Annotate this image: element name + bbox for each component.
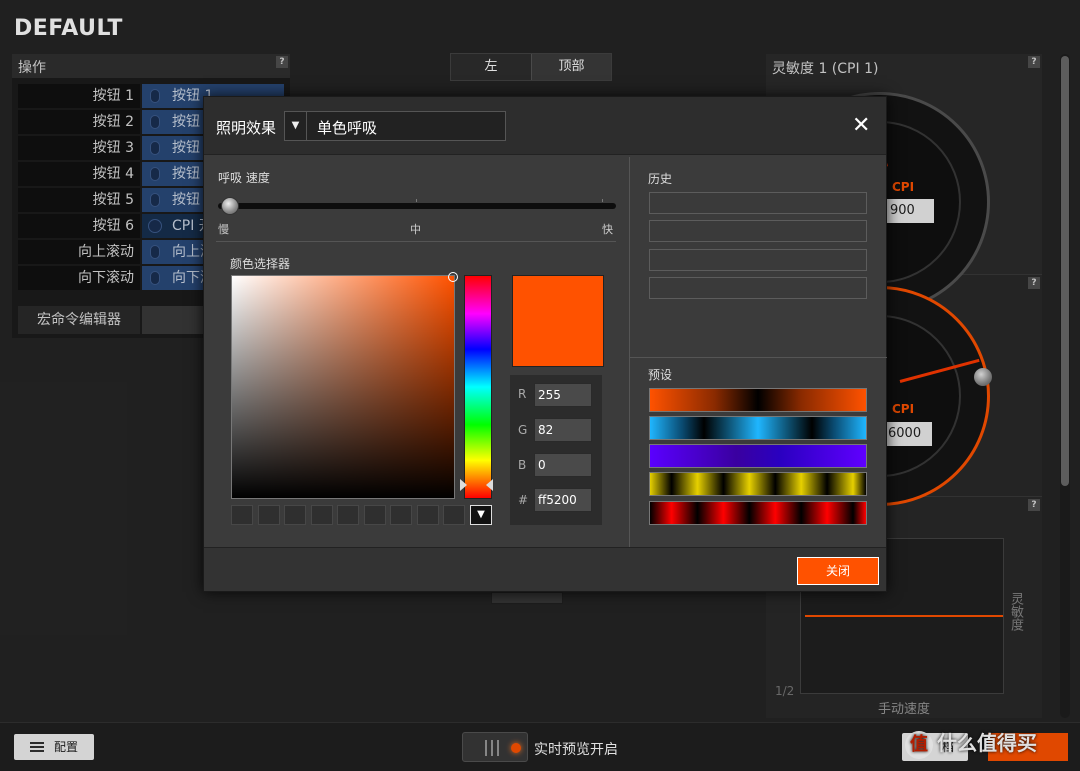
speed-slider[interactable] bbox=[218, 203, 616, 209]
preset-red[interactable] bbox=[649, 501, 867, 525]
color-swatch[interactable] bbox=[284, 505, 306, 525]
history-label: 历史 bbox=[648, 172, 673, 186]
hue-slider[interactable] bbox=[464, 275, 492, 499]
speed-slider-thumb[interactable] bbox=[221, 197, 239, 215]
hue-slider-arrow-icon[interactable] bbox=[460, 479, 467, 491]
blue-input[interactable]: 0 bbox=[534, 453, 592, 477]
history-slot[interactable] bbox=[649, 192, 867, 214]
speed-fast-label: 快 bbox=[602, 223, 613, 236]
color-picker-label: 颜色选择器 bbox=[230, 257, 291, 271]
preset-yellow[interactable] bbox=[649, 472, 867, 496]
color-swatch[interactable] bbox=[443, 505, 465, 525]
dialog-header: 照明效果 ▼ 单色呼吸 ✕ bbox=[204, 97, 886, 155]
preset-cyan[interactable] bbox=[649, 416, 867, 440]
dropdown-arrow-icon: ▼ bbox=[285, 112, 307, 140]
color-swatch[interactable] bbox=[364, 505, 386, 525]
current-color-preview bbox=[512, 275, 604, 367]
effect-selected-value: 单色呼吸 bbox=[317, 119, 378, 137]
preset-label: 预设 bbox=[648, 368, 673, 382]
blue-label: B bbox=[518, 458, 527, 472]
color-swatch[interactable] bbox=[337, 505, 359, 525]
color-swatch[interactable] bbox=[417, 505, 439, 525]
preset-orange[interactable] bbox=[649, 388, 867, 412]
color-swatch[interactable] bbox=[231, 505, 253, 525]
color-swatch[interactable] bbox=[390, 505, 412, 525]
divider bbox=[629, 357, 887, 358]
saturation-value-picker[interactable] bbox=[231, 275, 455, 499]
breathing-speed-section: 呼吸 速度 慢 中 快 bbox=[204, 157, 629, 242]
swatch-dropdown-icon[interactable]: ▼ bbox=[470, 505, 492, 525]
divider bbox=[216, 241, 616, 242]
lighting-effect-dialog: 照明效果 ▼ 单色呼吸 ✕ 呼吸 速度 慢 中 快 颜色选择器 ▼ R 255 … bbox=[203, 96, 887, 592]
history-slot[interactable] bbox=[649, 220, 867, 242]
effect-dropdown[interactable]: ▼ 单色呼吸 bbox=[284, 111, 506, 141]
color-picker-cursor[interactable] bbox=[448, 272, 458, 282]
speed-slow-label: 慢 bbox=[218, 223, 229, 236]
history-slot[interactable] bbox=[649, 277, 867, 299]
dialog-title: 照明效果 bbox=[216, 119, 277, 137]
preset-purple[interactable] bbox=[649, 444, 867, 468]
speed-label: 呼吸 速度 bbox=[218, 171, 270, 185]
close-button[interactable]: 关闭 bbox=[797, 557, 879, 585]
history-slot[interactable] bbox=[649, 249, 867, 271]
red-label: R bbox=[518, 387, 527, 401]
speed-mid-label: 中 bbox=[410, 223, 421, 236]
rgb-inputs: R 255 G 82 B 0 # ff5200 bbox=[510, 375, 602, 525]
hue-slider-arrow-icon[interactable] bbox=[486, 479, 493, 491]
divider bbox=[629, 157, 630, 547]
red-input[interactable]: 255 bbox=[534, 383, 592, 407]
close-icon[interactable]: ✕ bbox=[852, 115, 870, 137]
color-swatch[interactable] bbox=[311, 505, 333, 525]
green-input[interactable]: 82 bbox=[534, 418, 592, 442]
dialog-footer bbox=[204, 547, 886, 591]
hex-label: # bbox=[518, 493, 529, 507]
color-swatch[interactable] bbox=[258, 505, 280, 525]
green-label: G bbox=[518, 423, 528, 437]
hex-input[interactable]: ff5200 bbox=[534, 488, 592, 512]
